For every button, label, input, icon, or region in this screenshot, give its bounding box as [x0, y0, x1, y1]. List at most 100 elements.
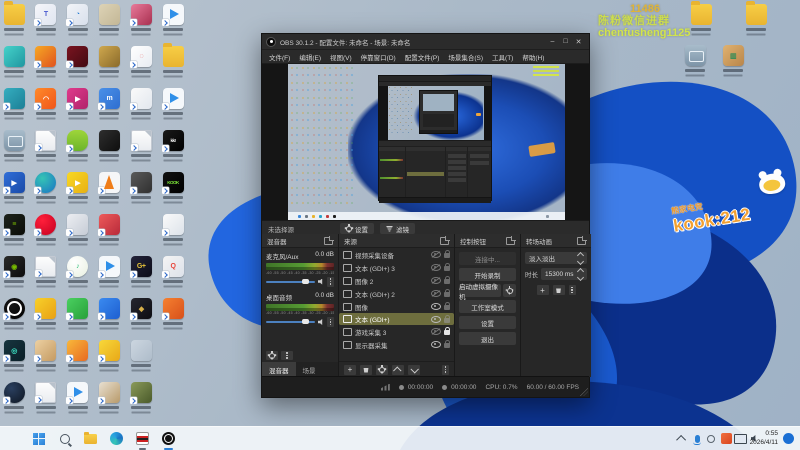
desktop-icon-folder-tr-2[interactable]: [741, 1, 771, 31]
tray-display-button[interactable]: [734, 430, 747, 447]
desktop-icon-teal-ring-app[interactable]: ◎: [0, 340, 29, 367]
source-properties-button[interactable]: [376, 364, 388, 375]
desktop-icon-tencent-meeting[interactable]: [94, 298, 124, 325]
close-button[interactable]: ✕: [572, 38, 585, 46]
desktop-icon-text-doc-2[interactable]: [126, 130, 156, 157]
desktop-icon-diamond-app[interactable]: ◆: [126, 298, 156, 325]
desktop-icon-archive-box-app[interactable]: ▥: [718, 45, 748, 72]
desktop-icon-monitor-app[interactable]: [0, 46, 29, 73]
transitions-dock-header[interactable]: 转场动画: [521, 234, 591, 248]
menu-item[interactable]: 编辑(E): [299, 52, 321, 62]
file-explorer-button[interactable]: [82, 430, 99, 447]
dock-tab[interactable]: 混音器: [262, 362, 296, 377]
menu-item[interactable]: 工具(T): [492, 52, 513, 62]
lock-icon[interactable]: [444, 250, 450, 258]
desktop-icon-player-app-3[interactable]: [94, 256, 124, 283]
control-button[interactable]: 退出: [459, 332, 516, 345]
source-row[interactable]: 图像: [339, 300, 454, 313]
desktop-icon-winrar[interactable]: [94, 382, 124, 409]
lock-icon[interactable]: [444, 340, 450, 348]
desktop-icon-gplus-app[interactable]: G+: [126, 256, 156, 283]
sources-menu-button[interactable]: [442, 364, 449, 375]
source-row[interactable]: 游戏采集 3: [339, 325, 454, 338]
visibility-eye-icon[interactable]: [431, 251, 441, 258]
desktop-icon-teams-app[interactable]: T: [31, 4, 61, 31]
menu-item[interactable]: 场景集合(S): [448, 52, 483, 62]
visibility-eye-icon[interactable]: [431, 341, 441, 348]
add-transition-button[interactable]: +: [536, 285, 549, 295]
control-button[interactable]: 连接中...: [459, 252, 516, 265]
desktop-icon-toolbox-app[interactable]: [94, 340, 124, 367]
desktop-icon-m-app[interactable]: m: [94, 88, 124, 115]
advanced-audio-button[interactable]: [266, 350, 278, 360]
transition-menu-button[interactable]: [568, 285, 576, 295]
lock-icon[interactable]: [444, 276, 450, 284]
popout-icon[interactable]: [506, 235, 516, 245]
visibility-eye-icon[interactable]: [431, 277, 441, 284]
menu-item[interactable]: 配置文件(P): [405, 52, 440, 62]
desktop-icon-edge-browser[interactable]: [31, 172, 61, 199]
desktop-icon-wechat[interactable]: [63, 298, 93, 325]
desktop-icon-potplayer[interactable]: ▶: [63, 172, 93, 199]
visibility-eye-icon[interactable]: [431, 290, 441, 297]
dock-tab[interactable]: 场景: [296, 362, 323, 377]
control-button[interactable]: 启动虚拟摄像机: [459, 284, 501, 301]
desktop-icon-anime-app[interactable]: [126, 4, 156, 31]
desktop-icon-box-app[interactable]: [31, 340, 61, 367]
menu-item[interactable]: 视图(V): [330, 52, 352, 62]
source-row[interactable]: 图像 2: [339, 274, 454, 287]
desktop-icon-card-app[interactable]: [94, 4, 124, 31]
desktop-icon-circles-app[interactable]: ◌: [126, 46, 156, 73]
desktop-icon-netease-music[interactable]: [31, 214, 61, 241]
desktop-icon-gold-app[interactable]: [94, 46, 124, 73]
resize-grip[interactable]: [580, 388, 588, 396]
minimize-button[interactable]: –: [546, 38, 559, 45]
desktop-icon-idm-doc[interactable]: [31, 256, 61, 283]
desktop-icon-kk-app[interactable]: kk!: [158, 130, 188, 157]
desktop-icon-penguin-app[interactable]: [158, 214, 188, 241]
desktop-icon-broadcast-app[interactable]: ≡: [0, 214, 29, 241]
source-row[interactable]: 文本 (GDI+): [339, 313, 454, 325]
desktop-icon-qq-app[interactable]: Q: [158, 256, 188, 283]
source-row[interactable]: 文本 (GDI+) 3: [339, 261, 454, 274]
desktop-icon-doc-2[interactable]: [31, 382, 61, 409]
visibility-eye-icon[interactable]: [431, 303, 441, 310]
taskbar-clock[interactable]: 0:55 2026/4/11: [750, 429, 778, 447]
source-filters-button[interactable]: 滤镜: [380, 223, 415, 234]
desktop-icon-red-cartoon-app[interactable]: [94, 214, 124, 241]
desktop-icon-video-player-app[interactable]: ▶: [0, 172, 29, 199]
desktop-icon-vlc-player[interactable]: [94, 172, 124, 199]
menu-item[interactable]: 帮助(H): [522, 52, 544, 62]
mixer-menu-button[interactable]: [281, 351, 293, 360]
desktop-icon-cube-app[interactable]: [0, 88, 29, 115]
notification-badge[interactable]: [783, 433, 794, 444]
menu-item[interactable]: 文件(F): [269, 52, 290, 62]
obs-preview-canvas[interactable]: [262, 64, 589, 220]
desktop-icon-trash-tool-app[interactable]: [680, 45, 710, 72]
desktop-icon-obs-studio[interactable]: [0, 298, 29, 325]
popout-icon[interactable]: [324, 235, 334, 245]
tray-chevron-button[interactable]: [675, 430, 688, 447]
tray-mic-button[interactable]: [691, 430, 703, 447]
obs-taskbar-button[interactable]: [160, 430, 177, 450]
desktop-icon-chart-app[interactable]: ◔: [63, 4, 93, 31]
search-button[interactable]: [56, 430, 73, 447]
tray-settings-button[interactable]: [705, 430, 717, 447]
desktop-icon-folder[interactable]: [0, 1, 29, 31]
desktop-icon-folder-2[interactable]: [158, 43, 188, 73]
desktop-icon-recycle-bin[interactable]: [0, 130, 29, 157]
move-up-button[interactable]: [392, 364, 404, 375]
control-button[interactable]: 工作室模式: [459, 300, 516, 313]
edge-button[interactable]: [108, 430, 125, 447]
source-row[interactable]: 文本 (GDI+) 2: [339, 287, 454, 300]
desktop-icon-tt-voice[interactable]: [31, 298, 61, 325]
red-app-button[interactable]: [134, 430, 151, 450]
remove-transition-button[interactable]: [552, 285, 565, 295]
add-source-button[interactable]: +: [344, 364, 356, 375]
desktop-icon-player-app-2[interactable]: [158, 88, 188, 115]
start-button[interactable]: [30, 430, 47, 447]
duration-spinbox[interactable]: 15300 ms: [541, 267, 587, 281]
tray-orange-app-button[interactable]: [720, 430, 732, 447]
desktop-icon-text-doc[interactable]: [31, 130, 61, 157]
maximize-button[interactable]: □: [559, 38, 572, 45]
